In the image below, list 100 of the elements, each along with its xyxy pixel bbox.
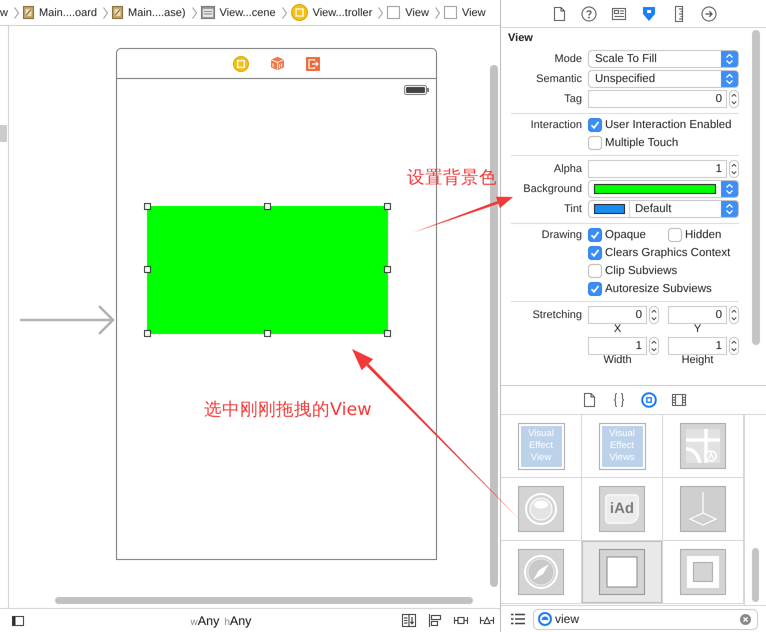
field-caption: Height — [680, 355, 714, 366]
checkbox-label[interactable]: User Interaction Enabled — [605, 119, 732, 131]
checkbox[interactable] — [588, 282, 602, 296]
section-title: View — [507, 31, 534, 46]
resize-handle[interactable] — [144, 330, 151, 337]
help-icon[interactable] — [580, 6, 596, 22]
stepper-icon[interactable] — [729, 337, 739, 355]
triangle-icon[interactable] — [480, 614, 494, 627]
resize-handle[interactable] — [264, 330, 271, 337]
stepper-icon[interactable] — [729, 160, 739, 178]
stepper-icon[interactable] — [649, 306, 659, 324]
square-icon — [387, 6, 400, 19]
updown-arrows-icon — [721, 201, 738, 217]
scroll-thumb[interactable] — [752, 30, 760, 345]
shield-icon[interactable] — [640, 6, 656, 22]
clear-icon[interactable] — [740, 614, 751, 624]
number-field[interactable]: 0 — [588, 306, 647, 324]
field-caption: X — [612, 324, 622, 335]
id-card-icon[interactable] — [610, 6, 626, 22]
resize-handle[interactable] — [144, 203, 151, 210]
window-icon — [200, 6, 215, 19]
filter-icon[interactable] — [538, 612, 552, 626]
effect-view-tile: Visual Effect View — [518, 422, 564, 470]
align-icon[interactable] — [428, 614, 442, 627]
stepper-icon[interactable] — [729, 306, 739, 324]
axes-icon — [680, 486, 726, 532]
field-label: Semantic — [535, 73, 582, 85]
checkbox[interactable] — [588, 246, 602, 260]
effect-view-tile: Visual Effect Views — [598, 422, 646, 470]
checkbox[interactable] — [588, 136, 602, 150]
popup-button[interactable]: Unspecified — [588, 70, 739, 88]
scroll-thumb[interactable] — [752, 548, 759, 602]
checkbox[interactable] — [588, 264, 602, 278]
map-icon — [680, 423, 726, 469]
field-caption: Y — [692, 324, 702, 335]
stepper-icon[interactable] — [729, 90, 739, 108]
checkbox-label[interactable]: Opaque — [605, 229, 646, 241]
breadcrumb-item[interactable]: View — [462, 6, 486, 18]
breadcrumb-item[interactable]: View...troller — [312, 6, 372, 18]
annotation-text: 选中刚刚拖拽的View — [204, 400, 372, 420]
breadcrumb-item[interactable]: Main....ase) — [128, 6, 186, 18]
resize-handle[interactable] — [384, 266, 391, 273]
exit-icon[interactable] — [306, 56, 320, 70]
chevron-icon — [14, 6, 19, 18]
chevron-icon — [103, 6, 108, 18]
field-label: Alpha — [552, 163, 582, 175]
ad-tile: iAd — [599, 486, 645, 532]
resize-handle[interactable] — [264, 203, 271, 210]
resize-handle[interactable] — [384, 330, 391, 337]
nested-square-icon — [680, 549, 726, 595]
chevron-icon — [378, 6, 384, 18]
search-field[interactable]: view — [533, 608, 758, 630]
field-label: Stretching — [531, 308, 582, 323]
checkbox[interactable] — [668, 228, 682, 242]
field-label: Interaction — [530, 119, 582, 131]
arrow-circle-icon[interactable] — [700, 6, 716, 22]
scroll-thumb[interactable] — [0, 125, 7, 142]
number-field[interactable]: 0 — [668, 306, 727, 324]
checkbox-label[interactable]: Multiple Touch — [605, 137, 678, 149]
film-strip-icon[interactable] — [670, 392, 686, 408]
resize-handle[interactable] — [144, 266, 151, 273]
pin-icon[interactable] — [454, 614, 468, 627]
chevron-icon — [192, 6, 197, 18]
checkbox[interactable] — [588, 118, 602, 132]
breadcrumb-item[interactable]: View — [405, 6, 429, 18]
library-item[interactable] — [582, 541, 663, 604]
breadcrumb-item[interactable]: View...cene — [220, 6, 276, 18]
circle-button-icon — [518, 486, 564, 532]
size-class-button[interactable]: wAny — [190, 614, 220, 628]
field-label: Tint — [563, 203, 582, 215]
popup-button[interactable]: Scale To Fill — [588, 50, 739, 68]
updown-arrows-icon — [721, 51, 738, 67]
field-label: Drawing — [540, 229, 582, 241]
updown-arrows-icon — [721, 181, 738, 197]
square-icon — [599, 549, 645, 595]
breadcrumb-item[interactable]: w — [0, 6, 8, 18]
number-field[interactable]: 0 — [588, 90, 727, 108]
sidebar-toggle-icon[interactable] — [12, 616, 24, 626]
list-icon[interactable] — [511, 613, 525, 625]
checkbox-label[interactable]: Hidden — [685, 229, 722, 241]
color-popup[interactable]: Default — [588, 200, 739, 218]
checkbox-label[interactable]: Autoresize Subviews — [605, 283, 712, 295]
chevron-icon — [434, 6, 440, 18]
stack-icon[interactable] — [402, 614, 416, 627]
scroll-thumb[interactable] — [55, 597, 473, 604]
field-label: Tag — [563, 93, 582, 105]
stepper-icon[interactable] — [649, 337, 659, 355]
document-icon — [112, 6, 124, 19]
size-class-button[interactable]: hAny — [224, 614, 252, 628]
resize-handle[interactable] — [384, 203, 391, 210]
checkbox-label[interactable]: Clears Graphics Context — [605, 247, 730, 259]
breadcrumb-item[interactable]: Main....oard — [38, 6, 98, 18]
number-field[interactable]: 1 — [588, 337, 647, 355]
square-icon — [444, 6, 457, 19]
checkbox[interactable] — [588, 228, 602, 242]
cube-icon[interactable] — [270, 56, 285, 71]
number-field[interactable]: 1 — [668, 337, 727, 355]
number-field[interactable]: 1 — [588, 160, 727, 178]
checkbox-label[interactable]: Clip Subviews — [605, 265, 678, 277]
color-popup[interactable] — [588, 180, 739, 198]
